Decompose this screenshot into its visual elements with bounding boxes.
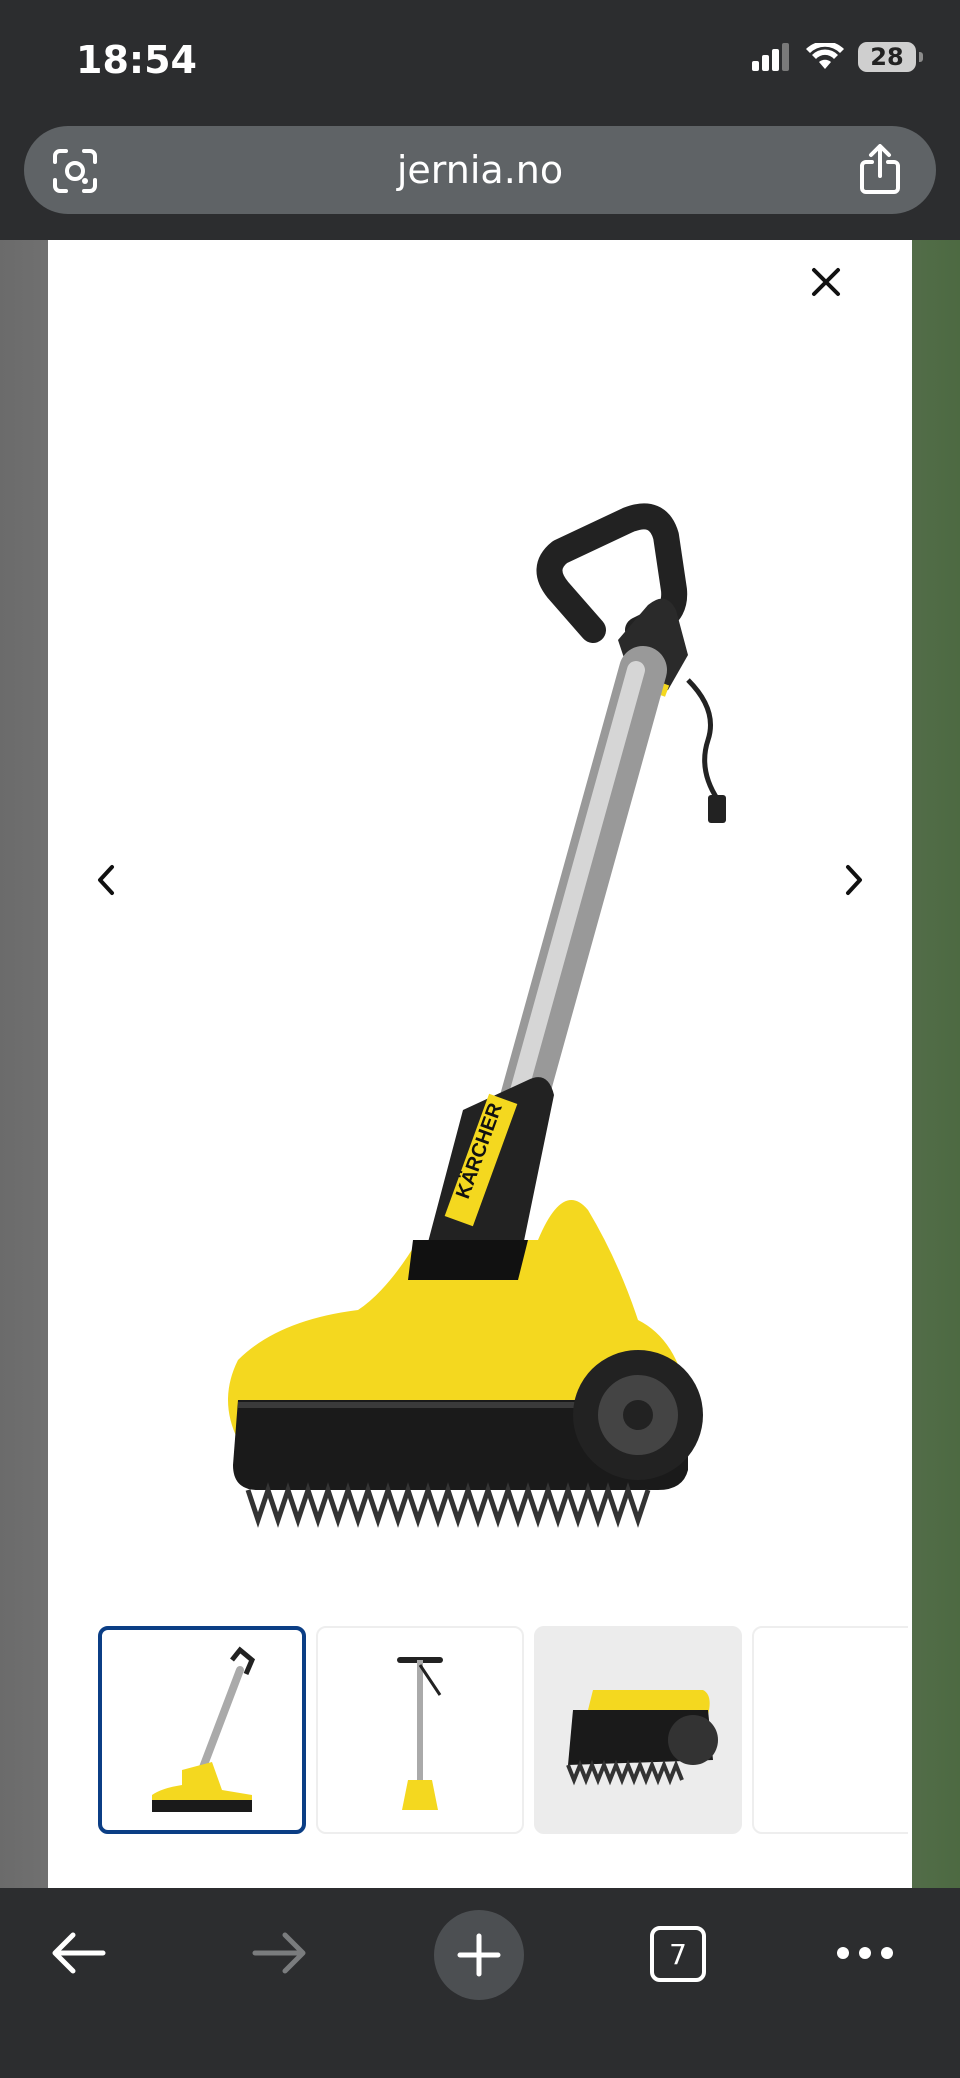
arrow-right-icon <box>252 1932 306 1974</box>
battery-level: 28 <box>870 43 904 71</box>
thumbnail-image <box>152 1646 256 1812</box>
product-image: KÄRCHER <box>228 503 726 1528</box>
close-icon <box>812 268 840 296</box>
previous-image-button[interactable] <box>86 850 126 910</box>
address-bar[interactable]: jernia.no <box>24 126 936 214</box>
share-icon[interactable] <box>858 144 902 194</box>
tab-count: 7 <box>669 1937 687 1971</box>
battery-indicator: 28 <box>858 42 923 72</box>
close-button[interactable] <box>804 260 848 304</box>
thumbnail-2[interactable] <box>316 1626 524 1834</box>
chevron-left-icon <box>98 865 114 895</box>
thumbnail-strip <box>98 1626 908 1842</box>
chevron-right-icon <box>846 865 862 895</box>
arrow-left-icon <box>52 1932 106 1974</box>
thumbnail-1[interactable] <box>98 1626 306 1834</box>
tab-switcher-button[interactable]: 7 <box>650 1926 706 1982</box>
thumbnail-3[interactable] <box>534 1626 742 1834</box>
url-text[interactable]: jernia.no <box>24 148 936 192</box>
new-tab-button[interactable] <box>434 1910 524 2000</box>
more-horizontal-icon <box>837 1947 893 1959</box>
thumbnail-4[interactable] <box>752 1626 908 1834</box>
cellular-signal-icon <box>752 43 789 71</box>
forward-button[interactable] <box>248 1908 312 1998</box>
status-bar: 18:54 28 <box>0 0 960 120</box>
browser-toolbar: 7 <box>0 1888 960 2078</box>
wifi-icon <box>806 43 844 69</box>
status-time: 18:54 <box>76 38 197 82</box>
thumbnail-image <box>397 1657 443 1810</box>
more-menu-button[interactable] <box>830 1908 900 1998</box>
plus-icon <box>457 1933 501 1977</box>
back-button[interactable] <box>46 1908 110 1998</box>
status-icons: 28 <box>752 42 923 72</box>
image-gallery-modal: KÄRCHER <box>48 240 912 1888</box>
thumbnail-image <box>566 1690 718 1786</box>
next-image-button[interactable] <box>834 850 874 910</box>
